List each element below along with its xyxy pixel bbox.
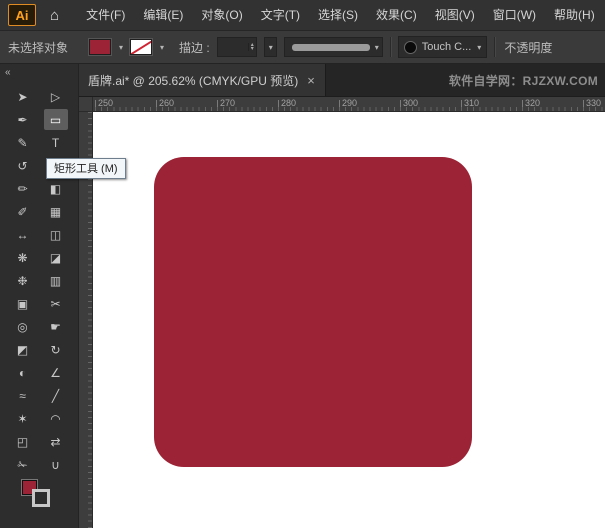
curvature-tool[interactable]: ≈ (11, 385, 35, 406)
brush-swatch-icon (404, 41, 417, 54)
rotate-tool[interactable]: ↺ (11, 155, 35, 176)
ruler-label: 250 (98, 98, 113, 108)
paintbrush-tool[interactable]: ✎ (11, 132, 35, 153)
horizontal-ruler: 250 260 270 280 290 300 310 320 330 (93, 97, 605, 112)
menu-type[interactable]: 文字(T) (252, 0, 309, 30)
width-profile-preview (292, 44, 370, 51)
opacity-label: 不透明度 (504, 39, 552, 56)
rounded-rectangle-shape[interactable] (154, 157, 472, 467)
column-graph-tool[interactable]: ▥ (44, 270, 68, 291)
fill-caret-icon[interactable]: ▾ (119, 43, 123, 52)
measure-tool[interactable]: ∠ (44, 362, 68, 383)
artboard-tool[interactable]: ▣ (11, 293, 35, 314)
width-tool[interactable]: ↔ (11, 224, 35, 245)
pen-tool[interactable]: ✒ (11, 109, 35, 130)
document-tab[interactable]: 盾牌.ai* @ 205.62% (CMYK/GPU 预览) × (79, 64, 326, 96)
menu-effect[interactable]: 效果(C) (367, 0, 426, 30)
ruler-label: 270 (220, 98, 235, 108)
ruler-label: 320 (525, 98, 540, 108)
tools-grid: ➤ ▷ ✒ ▭ ✎ T ↺ ✦ ✏ ◧ ✐ ▦ ↔ ◫ ❋ ◪ ❉ ▥ ▣ ✂ (0, 86, 78, 475)
stroke-color-swatch[interactable] (130, 39, 152, 55)
stroke-weight-stepper[interactable]: ▴ ▾ (248, 43, 256, 51)
menu-object[interactable]: 对象(O) (192, 0, 251, 30)
menu-list: 文件(F) 编辑(E) 对象(O) 文字(T) 选择(S) 效果(C) 视图(V… (77, 0, 604, 30)
knife-tool[interactable]: ╱ (44, 385, 68, 406)
brush-caret-icon[interactable]: ▾ (477, 43, 481, 52)
menu-edit[interactable]: 编辑(E) (134, 0, 192, 30)
separator (390, 37, 391, 57)
ruler-row: 250 260 270 280 290 300 310 320 330 (79, 97, 605, 112)
document-tab-title: 盾牌.ai* @ 205.62% (CMYK/GPU 预览) (88, 72, 298, 89)
menu-help[interactable]: 帮助(H) (545, 0, 604, 30)
watermark-text: 软件自学网：RJZXW.COM (449, 64, 605, 96)
stroke-weight-input[interactable]: ▴ ▾ (217, 37, 257, 57)
stroke-weight-value[interactable] (218, 38, 248, 56)
scale-tool[interactable]: ◰ (11, 431, 35, 452)
gradient-tool[interactable]: ◧ (44, 178, 68, 199)
slice-tool[interactable]: ✂ (44, 293, 68, 314)
ruler-label: 310 (464, 98, 479, 108)
shape-builder-tool[interactable]: ◫ (44, 224, 68, 245)
document-tab-bar: 盾牌.ai* @ 205.62% (CMYK/GPU 预览) × 软件自学网：R… (79, 64, 605, 97)
brush-definition-dropdown[interactable]: Touch C... ▾ (398, 36, 488, 58)
stroke-weight-caret-icon[interactable]: ▾ (269, 43, 273, 52)
width-profile-dropdown[interactable]: ▾ (284, 37, 383, 57)
reflect-tool[interactable]: ⇄ (44, 431, 68, 452)
ruler-label: 280 (281, 98, 296, 108)
stroke-caret-icon[interactable]: ▾ (160, 43, 164, 52)
illustrator-window: Ai ⌂ 文件(F) 编辑(E) 对象(O) 文字(T) 选择(S) 效果(C)… (0, 0, 605, 528)
blend-tool[interactable]: ◐ (11, 362, 35, 383)
eyedropper-tool[interactable]: ✐ (11, 201, 35, 222)
type-tool[interactable]: T (44, 132, 68, 153)
document-area: 盾牌.ai* @ 205.62% (CMYK/GPU 预览) × 软件自学网：R… (79, 64, 605, 528)
symbol-sprayer-tool[interactable]: ❉ (11, 270, 35, 291)
app-logo: Ai (8, 4, 36, 26)
rotate-view-tool[interactable]: ↻ (44, 339, 68, 360)
tools-collapse-button[interactable]: « (0, 64, 78, 84)
tool-tooltip: 矩形工具 (M) (46, 158, 126, 179)
separator (494, 37, 495, 57)
eraser-tool[interactable]: ◪ (44, 247, 68, 268)
stroke-weight-label: 描边 : (179, 39, 210, 56)
ruler-label: 300 (403, 98, 418, 108)
pencil-tool[interactable]: ✏ (11, 178, 35, 199)
zoom-tool[interactable]: ◎ (11, 316, 35, 337)
direct-selection-tool[interactable]: ▷ (44, 86, 68, 107)
brush-definition-label: Touch C... (422, 41, 472, 53)
selection-status: 未选择对象 (8, 39, 68, 56)
tools-panel: « ➤ ▷ ✒ ▭ ✎ T ↺ ✦ ✏ ◧ ✐ ▦ ↔ ◫ ❋ ◪ ❉ ▥ ▣ (0, 64, 79, 528)
menu-file[interactable]: 文件(F) (77, 0, 134, 30)
stepper-down-icon[interactable]: ▾ (251, 47, 254, 51)
selection-tool[interactable]: ➤ (11, 86, 35, 107)
control-bar: 未选择对象 ▾ ▾ 描边 : ▴ ▾ ▾ ▾ Touch C... ▾ 不透明度 (0, 31, 605, 64)
hand-tool[interactable]: ☛ (44, 316, 68, 337)
artboard-canvas[interactable] (93, 112, 605, 528)
ruler-label: 260 (159, 98, 174, 108)
lasso-tool[interactable]: ◠ (44, 408, 68, 429)
menu-window[interactable]: 窗口(W) (484, 0, 545, 30)
magic-wand-tool[interactable]: ✶ (11, 408, 35, 429)
free-transform-tool[interactable]: ◩ (11, 339, 35, 360)
fill-stroke-proxy (0, 478, 78, 508)
canvas-row (79, 112, 605, 528)
stroke-proxy-swatch[interactable] (32, 489, 50, 507)
menu-view[interactable]: 视图(V) (426, 0, 484, 30)
menu-select[interactable]: 选择(S) (309, 0, 367, 30)
menu-bar: Ai ⌂ 文件(F) 编辑(E) 对象(O) 文字(T) 选择(S) 效果(C)… (0, 0, 605, 31)
close-tab-icon[interactable]: × (307, 74, 315, 87)
main-area: « ➤ ▷ ✒ ▭ ✎ T ↺ ✦ ✏ ◧ ✐ ▦ ↔ ◫ ❋ ◪ ❉ ▥ ▣ (0, 64, 605, 528)
stroke-weight-dropdown[interactable]: ▾ (264, 37, 277, 57)
blob-brush-tool[interactable]: ❋ (11, 247, 35, 268)
join-tool[interactable]: ∪ (44, 454, 68, 475)
ruler-corner (79, 97, 93, 112)
mesh-tool[interactable]: ▦ (44, 201, 68, 222)
width-profile-caret-icon[interactable]: ▾ (375, 43, 379, 52)
rectangle-tool[interactable]: ▭ (44, 109, 68, 130)
ruler-label: 330 (586, 98, 601, 108)
fill-color-swatch[interactable] (89, 39, 111, 55)
scissors-tool[interactable]: ✁ (11, 454, 35, 475)
home-icon[interactable]: ⌂ (50, 8, 59, 23)
ruler-label: 290 (342, 98, 357, 108)
